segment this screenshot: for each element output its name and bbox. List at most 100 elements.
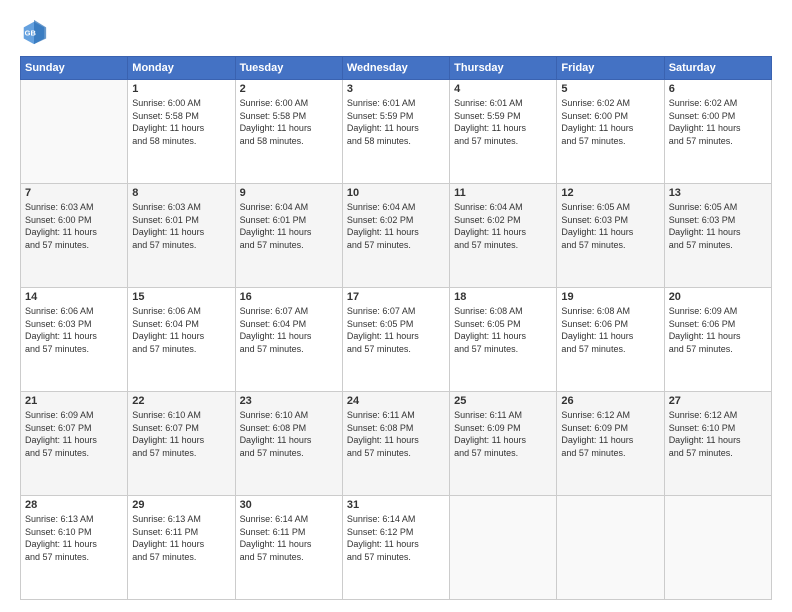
day-info: Sunrise: 6:09 AMSunset: 6:07 PMDaylight:… xyxy=(25,409,123,459)
calendar-cell: 9 Sunrise: 6:04 AMSunset: 6:01 PMDaylight… xyxy=(235,184,342,288)
day-number: 24 xyxy=(347,395,445,407)
calendar-cell: 12Sunrise: 6:05 AMSunset: 6:03 PMDayligh… xyxy=(557,184,664,288)
day-info: Sunrise: 6:06 AMSunset: 6:03 PMDaylight:… xyxy=(25,305,123,355)
day-number: 2 xyxy=(240,83,338,95)
day-number: 11 xyxy=(454,187,552,199)
day-number: 27 xyxy=(669,395,767,407)
day-info: Sunrise: 6:02 AMSunset: 6:00 PMDaylight:… xyxy=(561,97,659,147)
calendar-cell: 3 Sunrise: 6:01 AMSunset: 5:59 PMDaylight… xyxy=(342,80,449,184)
day-number: 10 xyxy=(347,187,445,199)
day-number: 31 xyxy=(347,499,445,511)
weekday-header: Sunday xyxy=(21,57,128,80)
calendar-cell: 8Sunrise: 6:03 AMSunset: 6:01 PMDaylight… xyxy=(128,184,235,288)
calendar-cell: 16 Sunrise: 6:07 AMSunset: 6:04 PMDayligh… xyxy=(235,288,342,392)
day-number: 8 xyxy=(132,187,230,199)
svg-text:GB: GB xyxy=(25,29,37,38)
day-number: 23 xyxy=(240,395,338,407)
calendar-cell: 19 Sunrise: 6:08 AMSunset: 6:06 PMDayligh… xyxy=(557,288,664,392)
calendar-cell: 13Sunrise: 6:05 AMSunset: 6:03 PMDayligh… xyxy=(664,184,771,288)
calendar-cell: 22 Sunrise: 6:10 AMSunset: 6:07 PMDayligh… xyxy=(128,392,235,496)
calendar-cell: 1 Sunrise: 6:00 AMSunset: 5:58 PMDaylight… xyxy=(128,80,235,184)
day-number: 29 xyxy=(132,499,230,511)
calendar-cell: 28 Sunrise: 6:13 AMSunset: 6:10 PMDayligh… xyxy=(21,496,128,600)
weekday-header: Wednesday xyxy=(342,57,449,80)
day-info: Sunrise: 6:01 AMSunset: 5:59 PMDaylight:… xyxy=(347,97,445,147)
calendar-cell: 17 Sunrise: 6:07 AMSunset: 6:05 PMDayligh… xyxy=(342,288,449,392)
day-info: Sunrise: 6:04 AMSunset: 6:01 PMDaylight:… xyxy=(240,201,338,251)
day-number: 16 xyxy=(240,291,338,303)
calendar-cell: 29 Sunrise: 6:13 AMSunset: 6:11 PMDayligh… xyxy=(128,496,235,600)
calendar-cell: 15 Sunrise: 6:06 AMSunset: 6:04 PMDayligh… xyxy=(128,288,235,392)
weekday-header: Tuesday xyxy=(235,57,342,80)
day-number: 5 xyxy=(561,83,659,95)
header: GB xyxy=(20,18,772,46)
day-info: Sunrise: 6:11 AMSunset: 6:09 PMDaylight:… xyxy=(454,409,552,459)
day-info: Sunrise: 6:01 AMSunset: 5:59 PMDaylight:… xyxy=(454,97,552,147)
calendar-cell: 7Sunrise: 6:03 AMSunset: 6:00 PMDaylight… xyxy=(21,184,128,288)
day-number: 14 xyxy=(25,291,123,303)
weekday-header: Saturday xyxy=(664,57,771,80)
day-info: Sunrise: 6:04 AMSunset: 6:02 PMDaylight:… xyxy=(454,201,552,251)
day-info: Sunrise: 6:12 AMSunset: 6:10 PMDaylight:… xyxy=(669,409,767,459)
calendar-cell: 25 Sunrise: 6:11 AMSunset: 6:09 PMDayligh… xyxy=(450,392,557,496)
calendar-cell xyxy=(450,496,557,600)
day-info: Sunrise: 6:07 AMSunset: 6:05 PMDaylight:… xyxy=(347,305,445,355)
day-number: 22 xyxy=(132,395,230,407)
day-info: Sunrise: 6:13 AMSunset: 6:10 PMDaylight:… xyxy=(25,513,123,563)
day-number: 6 xyxy=(669,83,767,95)
day-info: Sunrise: 6:08 AMSunset: 6:05 PMDaylight:… xyxy=(454,305,552,355)
weekday-header: Friday xyxy=(557,57,664,80)
page: GB SundayMondayTuesdayWednesdayThursdayF… xyxy=(0,0,792,612)
day-info: Sunrise: 6:10 AMSunset: 6:08 PMDaylight:… xyxy=(240,409,338,459)
weekday-header: Monday xyxy=(128,57,235,80)
day-number: 9 xyxy=(240,187,338,199)
day-number: 15 xyxy=(132,291,230,303)
calendar-cell xyxy=(557,496,664,600)
logo: GB xyxy=(20,18,52,46)
day-info: Sunrise: 6:07 AMSunset: 6:04 PMDaylight:… xyxy=(240,305,338,355)
day-info: Sunrise: 6:06 AMSunset: 6:04 PMDaylight:… xyxy=(132,305,230,355)
calendar-cell: 18 Sunrise: 6:08 AMSunset: 6:05 PMDayligh… xyxy=(450,288,557,392)
day-number: 4 xyxy=(454,83,552,95)
day-number: 1 xyxy=(132,83,230,95)
day-info: Sunrise: 6:13 AMSunset: 6:11 PMDaylight:… xyxy=(132,513,230,563)
day-info: Sunrise: 6:09 AMSunset: 6:06 PMDaylight:… xyxy=(669,305,767,355)
day-number: 21 xyxy=(25,395,123,407)
day-number: 30 xyxy=(240,499,338,511)
day-info: Sunrise: 6:14 AMSunset: 6:12 PMDaylight:… xyxy=(347,513,445,563)
calendar-cell: 20 Sunrise: 6:09 AMSunset: 6:06 PMDayligh… xyxy=(664,288,771,392)
day-number: 20 xyxy=(669,291,767,303)
day-info: Sunrise: 6:00 AMSunset: 5:58 PMDaylight:… xyxy=(132,97,230,147)
day-number: 17 xyxy=(347,291,445,303)
calendar-cell: 2 Sunrise: 6:00 AMSunset: 5:58 PMDaylight… xyxy=(235,80,342,184)
weekday-header: Thursday xyxy=(450,57,557,80)
calendar-cell: 26 Sunrise: 6:12 AMSunset: 6:09 PMDayligh… xyxy=(557,392,664,496)
day-number: 28 xyxy=(25,499,123,511)
day-info: Sunrise: 6:12 AMSunset: 6:09 PMDaylight:… xyxy=(561,409,659,459)
logo-icon: GB xyxy=(20,18,48,46)
day-info: Sunrise: 6:04 AMSunset: 6:02 PMDaylight:… xyxy=(347,201,445,251)
calendar-cell xyxy=(21,80,128,184)
day-info: Sunrise: 6:08 AMSunset: 6:06 PMDaylight:… xyxy=(561,305,659,355)
calendar-cell: 6Sunrise: 6:02 AMSunset: 6:00 PMDaylight… xyxy=(664,80,771,184)
day-info: Sunrise: 6:00 AMSunset: 5:58 PMDaylight:… xyxy=(240,97,338,147)
calendar-cell: 10 Sunrise: 6:04 AMSunset: 6:02 PMDayligh… xyxy=(342,184,449,288)
calendar-cell: 5 Sunrise: 6:02 AMSunset: 6:00 PMDaylight… xyxy=(557,80,664,184)
day-number: 26 xyxy=(561,395,659,407)
day-number: 18 xyxy=(454,291,552,303)
calendar-cell: 24Sunrise: 6:11 AMSunset: 6:08 PMDayligh… xyxy=(342,392,449,496)
calendar-cell: 30Sunrise: 6:14 AMSunset: 6:11 PMDayligh… xyxy=(235,496,342,600)
day-number: 19 xyxy=(561,291,659,303)
calendar-cell: 4 Sunrise: 6:01 AMSunset: 5:59 PMDaylight… xyxy=(450,80,557,184)
day-info: Sunrise: 6:05 AMSunset: 6:03 PMDaylight:… xyxy=(669,201,767,251)
day-info: Sunrise: 6:03 AMSunset: 6:00 PMDaylight:… xyxy=(25,201,123,251)
calendar-cell: 14 Sunrise: 6:06 AMSunset: 6:03 PMDayligh… xyxy=(21,288,128,392)
day-info: Sunrise: 6:10 AMSunset: 6:07 PMDaylight:… xyxy=(132,409,230,459)
calendar-cell: 11 Sunrise: 6:04 AMSunset: 6:02 PMDayligh… xyxy=(450,184,557,288)
calendar-cell: 21 Sunrise: 6:09 AMSunset: 6:07 PMDayligh… xyxy=(21,392,128,496)
day-number: 25 xyxy=(454,395,552,407)
calendar-cell: 23 Sunrise: 6:10 AMSunset: 6:08 PMDayligh… xyxy=(235,392,342,496)
calendar-cell: 31 Sunrise: 6:14 AMSunset: 6:12 PMDayligh… xyxy=(342,496,449,600)
day-number: 12 xyxy=(561,187,659,199)
day-number: 3 xyxy=(347,83,445,95)
